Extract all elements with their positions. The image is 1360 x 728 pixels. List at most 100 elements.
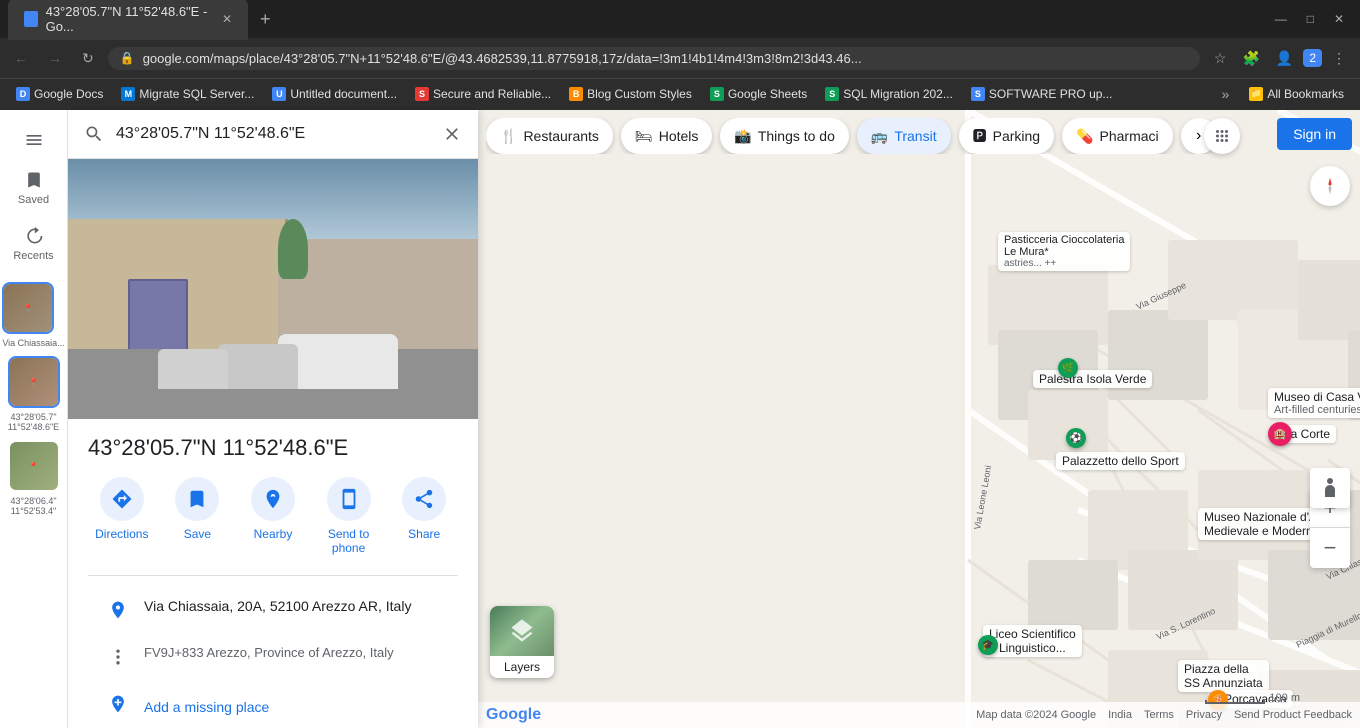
back-button[interactable]: ← — [8, 46, 34, 70]
transit-icon: 🚌 — [871, 128, 888, 145]
address-row-2: FV9J+833 Arezzo, Province of Arezzo, Ita… — [88, 635, 458, 682]
bookmark-google-docs[interactable]: D Google Docs — [8, 85, 111, 103]
profile-icon[interactable]: 👤 — [1270, 46, 1299, 71]
thumb-coords2[interactable]: 📍 43°28'06.4" 11°52'53.4" — [8, 436, 60, 516]
bookmark-blog-styles[interactable]: B Blog Custom Styles — [561, 85, 700, 103]
title-bar: 43°28'05.7"N 11°52'48.6"E - Go... ✕ + — … — [0, 0, 1360, 38]
marker-palazzetto[interactable]: ⚽ — [1066, 428, 1086, 448]
thumb-coords1[interactable]: 📍 43°28'05.7" 11°52'48.6"E — [8, 352, 60, 432]
zoom-out-button[interactable]: − — [1310, 528, 1350, 568]
saved-label: Saved — [18, 194, 49, 206]
extensions-icon[interactable]: 🧩 — [1236, 46, 1265, 71]
hotel-icon: 🛏 — [635, 128, 653, 145]
pill-parking[interactable]: 🅿 Parking — [959, 118, 1054, 154]
save-btn[interactable]: Save — [164, 477, 232, 555]
marker-palestra[interactable]: 🌿 — [1058, 358, 1078, 378]
map-label-vasari[interactable]: Museo di Casa Vasari Art-filled centurie… — [1268, 388, 1360, 418]
pill-transit-label: Transit — [894, 128, 936, 144]
bookmark-software-pro[interactable]: S SOFTWARE PRO up... — [963, 85, 1121, 103]
search-icon-btn[interactable] — [80, 120, 108, 148]
thumb-via-chiassaia[interactable]: 📍 Via Chiassaia... — [2, 278, 64, 348]
privacy-link[interactable]: Privacy — [1186, 709, 1222, 721]
menu-icon[interactable]: ⋮ — [1326, 46, 1352, 71]
nearby-label: Nearby — [254, 527, 293, 541]
star-icon[interactable]: ☆ — [1208, 46, 1233, 71]
software-icon: S — [971, 87, 985, 101]
bookmark-sql-migration[interactable]: S SQL Migration 202... — [817, 85, 961, 103]
bookmark-google-sheets[interactable]: S Google Sheets — [702, 85, 815, 103]
sign-in-button[interactable]: Sign in — [1277, 118, 1352, 150]
category-pills: 🍴 Restaurants 🛏 Hotels 📸 Things to do 🚌 … — [486, 118, 1320, 154]
forward-button[interactable]: → — [42, 46, 68, 70]
profile-counter[interactable]: 2 — [1303, 49, 1322, 67]
pharmacy-icon: 💊 — [1076, 128, 1093, 145]
sidebar-menu-btn[interactable] — [4, 122, 64, 158]
lock-icon: 🔒 — [120, 51, 135, 65]
send-to-phone-btn[interactable]: Send to phone — [315, 477, 383, 555]
things-icon: 📸 — [734, 128, 751, 145]
street-view[interactable] — [68, 159, 478, 419]
nearby-btn[interactable]: Nearby — [239, 477, 307, 555]
minimize-button[interactable]: — — [1267, 8, 1295, 30]
clear-search-btn[interactable] — [438, 120, 466, 148]
new-tab-button[interactable]: + — [252, 5, 279, 34]
map-label-liceo[interactable]: Liceo Scientifico e Linguistico... — [983, 625, 1082, 657]
map-label-palazzetto[interactable]: Palazzetto dello Sport — [1056, 452, 1185, 470]
address-section: Via Chiassaia, 20A, 52100 Arezzo AR, Ita… — [88, 575, 458, 728]
bookmark-all-bookmarks[interactable]: 📁 All Bookmarks — [1241, 85, 1352, 103]
google-logo: Google — [486, 706, 541, 724]
left-panel: 43°28'05.7"N 11°52'48.6"E Directions Sav… — [68, 110, 478, 728]
pill-things-to-do[interactable]: 📸 Things to do — [720, 118, 849, 154]
scale-label: 100 m — [1269, 692, 1300, 704]
sidebar-recents-btn[interactable]: Recents — [4, 218, 64, 270]
layers-button[interactable]: Layers — [490, 606, 554, 678]
feedback-link[interactable]: Send Product Feedback — [1234, 709, 1352, 721]
tab-close-btn[interactable]: ✕ — [222, 12, 232, 26]
map-data-label: Map data ©2024 Google — [976, 709, 1096, 721]
map-area[interactable]: Via Leone Leoni Via Giuseppe Via S. Lore… — [478, 110, 1360, 728]
bookmark-untitled-doc[interactable]: U Untitled document... — [264, 85, 405, 103]
close-button[interactable]: ✕ — [1326, 8, 1352, 30]
map-label-palestra[interactable]: Palestra Isola Verde — [1033, 370, 1152, 388]
sidebar-saved-btn[interactable]: Saved — [4, 162, 64, 214]
address-bar[interactable]: 🔒 google.com/maps/place/43°28'05.7"N+11°… — [108, 47, 1200, 70]
marker-corte[interactable]: 🏨 — [1268, 422, 1292, 446]
save-label: Save — [184, 527, 211, 541]
share-btn[interactable]: Share — [390, 477, 458, 555]
restaurant-icon: 🍴 — [500, 128, 517, 145]
map-label-piazza-ss[interactable]: Piazza della SS Annunziata — [1178, 660, 1269, 692]
scale-bar: 100 m — [1205, 692, 1300, 704]
maximize-button[interactable]: □ — [1299, 8, 1322, 30]
bookmarks-more-icon[interactable]: » — [1216, 82, 1236, 106]
search-bar — [68, 110, 478, 159]
google-apps-button[interactable] — [1204, 118, 1240, 154]
pill-hotels[interactable]: 🛏 Hotels — [621, 118, 712, 154]
blog-icon: B — [569, 87, 583, 101]
pill-transit[interactable]: 🚌 Transit — [857, 118, 951, 154]
terms-link[interactable]: Terms — [1144, 709, 1174, 721]
search-input[interactable] — [116, 125, 430, 143]
compass[interactable] — [1310, 166, 1350, 206]
bookmark-migrate-sql[interactable]: M Migrate SQL Server... — [113, 85, 262, 103]
location-coords: 43°28'05.7"N 11°52'48.6"E — [88, 435, 458, 461]
window-controls: — □ ✕ — [1267, 8, 1352, 30]
add-missing-place-row[interactable]: Add a missing place — [88, 682, 458, 728]
map-label-pasticceria[interactable]: Pasticceria Cioccolateria Le Mura* astri… — [998, 232, 1130, 271]
sql-mig-icon: S — [825, 87, 839, 101]
pegman-button[interactable] — [1310, 468, 1350, 508]
marker-liceo[interactable]: 🎓 — [978, 635, 998, 655]
india-label: India — [1108, 709, 1132, 721]
pill-restaurants[interactable]: 🍴 Restaurants — [486, 118, 613, 154]
bookmark-secure-reliable[interactable]: S Secure and Reliable... — [407, 85, 559, 103]
send-to-phone-label: Send to phone — [315, 527, 383, 555]
directions-btn[interactable]: Directions — [88, 477, 156, 555]
address-text: Via Chiassaia, 20A, 52100 Arezzo AR, Ita… — [144, 598, 411, 614]
active-tab[interactable]: 43°28'05.7"N 11°52'48.6"E - Go... ✕ — [8, 0, 248, 40]
pill-pharmacy[interactable]: 💊 Pharmaci — [1062, 118, 1173, 154]
thumb3-label: 43°28'06.4" 11°52'53.4" — [8, 496, 60, 516]
location-pin-icon — [108, 600, 128, 625]
pill-things-label: Things to do — [758, 128, 835, 144]
plus-code-icon — [108, 647, 128, 672]
refresh-button[interactable]: ↻ — [76, 46, 100, 71]
browser-chrome: 43°28'05.7"N 11°52'48.6"E - Go... ✕ + — … — [0, 0, 1360, 110]
